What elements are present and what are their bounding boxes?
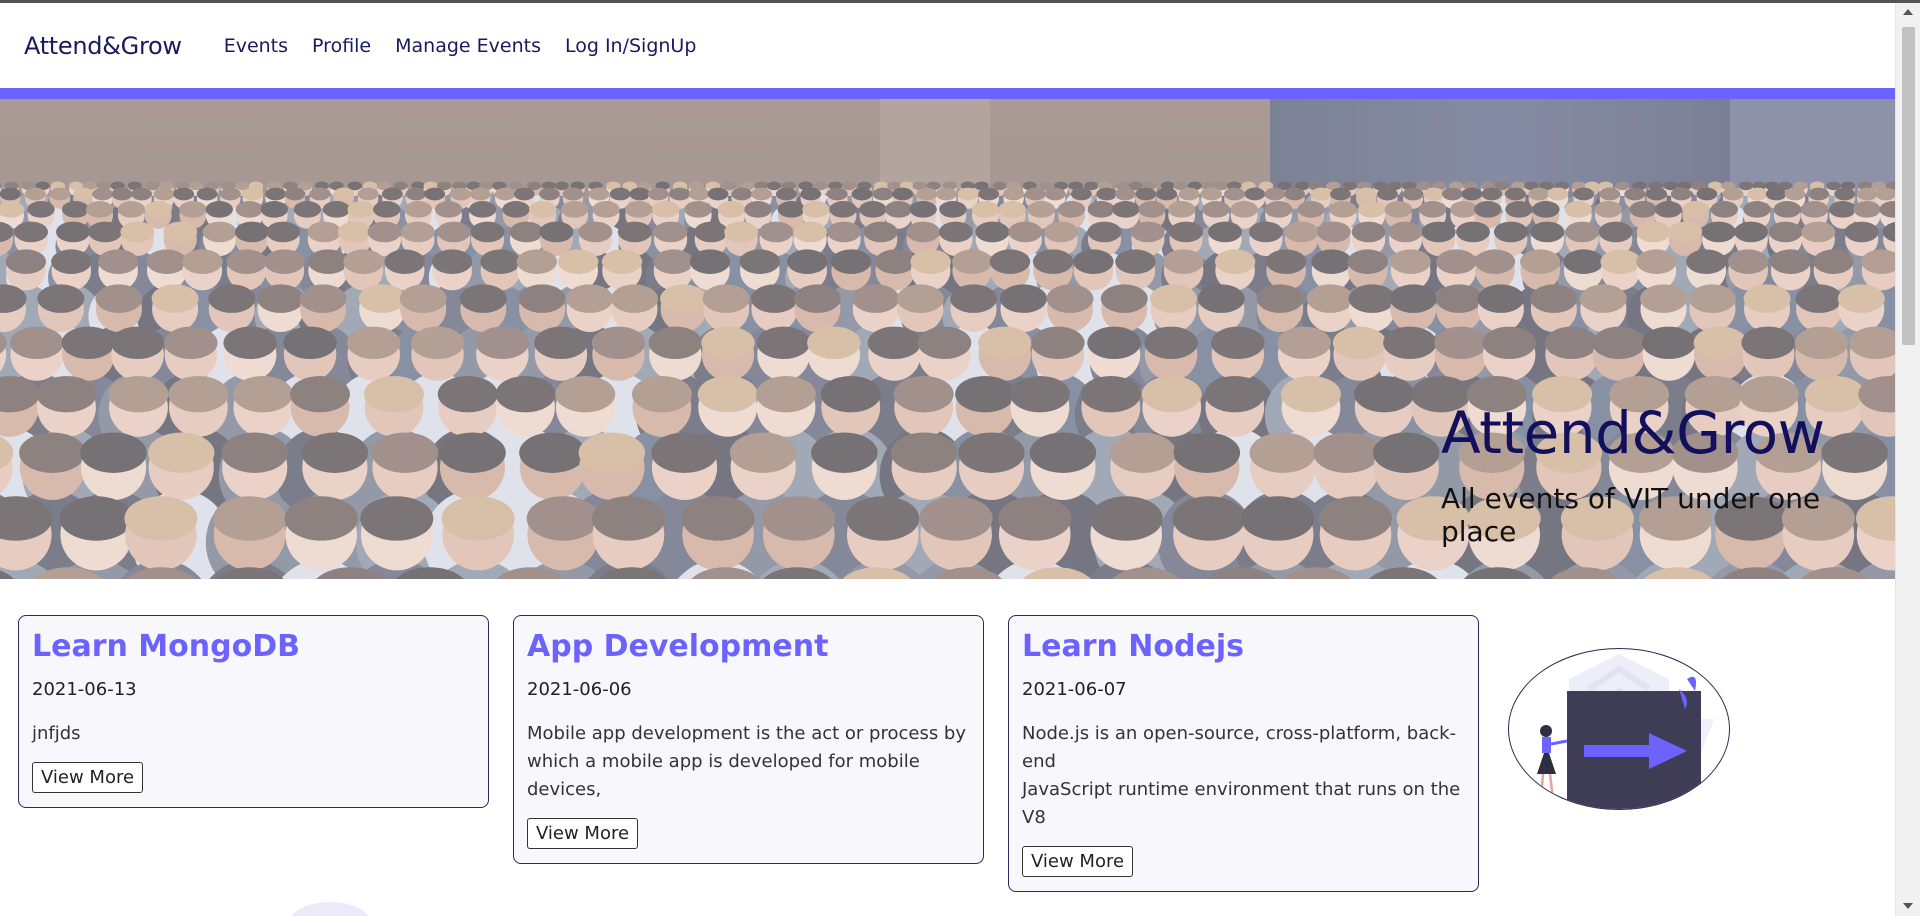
event-description: Node.js is an open-source, cross-platfor… <box>1022 720 1465 832</box>
event-card: Learn Nodejs 2021-06-07 Node.js is an op… <box>1008 615 1479 892</box>
event-description: jnfjds <box>32 720 475 748</box>
decorative-shape <box>290 902 370 916</box>
event-date: 2021-06-07 <box>1022 678 1127 700</box>
event-description-line: Mobile app development is the act or pro… <box>527 722 967 744</box>
hero-subtitle: All events of VIT under one place <box>1441 482 1821 548</box>
navbar: Attend&Grow Events Profile Manage Events… <box>0 3 1895 88</box>
illustration <box>1508 648 1730 810</box>
event-description-line: which a mobile app is developed for mobi… <box>527 750 920 800</box>
event-date: 2021-06-06 <box>527 678 632 700</box>
hero-title: Attend&Grow <box>1441 399 1825 467</box>
view-more-button[interactable]: View More <box>1022 845 1134 877</box>
event-description-line: Node.js is an open-source, cross-platfor… <box>1022 722 1457 772</box>
event-card: App Development 2021-06-06 Mobile app de… <box>513 615 984 864</box>
scroll-down-arrow-icon[interactable] <box>1903 903 1913 909</box>
view-more-button[interactable]: View More <box>32 761 144 793</box>
person-icon <box>1537 725 1568 800</box>
event-title[interactable]: Learn Nodejs <box>1022 629 1465 665</box>
illustration-art <box>1537 654 1714 809</box>
nav-link-login-signup[interactable]: Log In/SignUp <box>565 35 696 57</box>
event-title[interactable]: App Development <box>527 629 970 665</box>
nav-link-profile[interactable]: Profile <box>312 35 371 57</box>
event-description-line: JavaScript runtime environment that runs… <box>1022 778 1461 828</box>
nav-link-events[interactable]: Events <box>224 35 288 57</box>
scrollbar[interactable] <box>1895 3 1920 916</box>
event-description: Mobile app development is the act or pro… <box>527 720 970 804</box>
event-card: Learn MongoDB 2021-06-13 jnfjds View Mor… <box>18 615 489 808</box>
event-date: 2021-06-13 <box>32 678 137 700</box>
nav-link-manage-events[interactable]: Manage Events <box>395 35 541 57</box>
scrollbar-thumb[interactable] <box>1902 27 1915 345</box>
event-title[interactable]: Learn MongoDB <box>32 629 475 665</box>
event-description-line: jnfjds <box>32 722 81 744</box>
view-more-button[interactable]: View More <box>527 817 639 849</box>
brand-logo[interactable]: Attend&Grow <box>24 32 182 60</box>
scroll-up-arrow-icon[interactable] <box>1903 9 1913 15</box>
accent-bar <box>0 88 1895 99</box>
hero-banner: Attend&Grow All events of VIT under one … <box>0 99 1895 579</box>
